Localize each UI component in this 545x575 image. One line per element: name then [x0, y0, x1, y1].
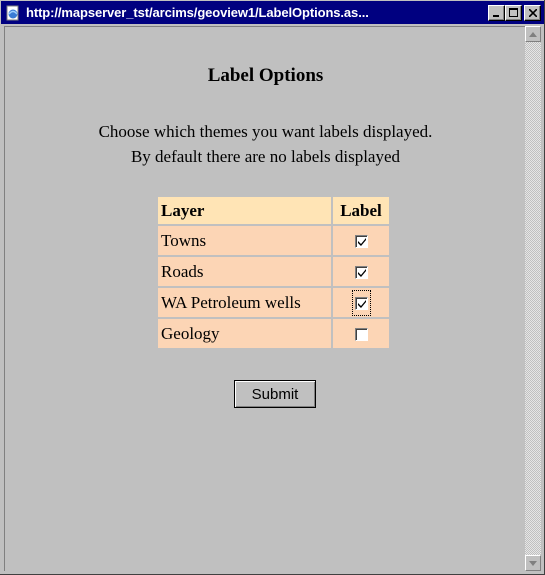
scroll-up-button[interactable] [525, 26, 541, 42]
intro-text: Choose which themes you want labels disp… [5, 119, 526, 169]
intro-line-2: By default there are no labels displayed [130, 147, 401, 166]
arrow-down-icon [529, 560, 537, 566]
scroll-down-button[interactable] [525, 555, 541, 571]
submit-button[interactable]: Submit [234, 380, 316, 408]
maximize-button[interactable] [505, 4, 522, 21]
close-icon [528, 8, 537, 17]
maximize-icon [509, 8, 518, 17]
window-title: http://mapserver_tst/arcims/geoview1/Lab… [26, 5, 369, 20]
table-row: Roads [158, 257, 389, 286]
label-checkbox-roads[interactable] [354, 266, 368, 280]
label-options-table: Layer Label Towns Roads WA Petroleum wel… [156, 195, 391, 350]
vertical-scrollbar[interactable] [525, 26, 541, 571]
close-button[interactable] [524, 4, 541, 21]
minimize-icon [492, 14, 499, 17]
focus-ring [351, 289, 371, 316]
layer-header: Layer [158, 197, 331, 224]
table-row: Geology [158, 319, 389, 348]
layer-name: Roads [158, 257, 331, 286]
ie-page-icon [5, 5, 21, 21]
table-row: Towns [158, 226, 389, 255]
label-checkbox-towns[interactable] [354, 235, 368, 249]
page-viewport: Label Options Choose which themes you wa… [4, 26, 525, 571]
minimize-button[interactable] [488, 4, 505, 21]
page-title: Label Options [207, 65, 324, 86]
label-checkbox-wa-petroleum-wells[interactable] [354, 297, 368, 311]
title-bar[interactable]: http://mapserver_tst/arcims/geoview1/Lab… [1, 1, 544, 24]
table-row: WA Petroleum wells [158, 288, 389, 317]
arrow-up-icon [529, 31, 537, 37]
label-checkbox-geology[interactable] [354, 328, 368, 342]
layer-name: WA Petroleum wells [158, 288, 331, 317]
layer-name: Towns [158, 226, 331, 255]
label-header: Label [333, 197, 389, 224]
intro-line-1: Choose which themes you want labels disp… [98, 122, 433, 141]
browser-window: http://mapserver_tst/arcims/geoview1/Lab… [0, 0, 545, 575]
layer-name: Geology [158, 319, 331, 348]
